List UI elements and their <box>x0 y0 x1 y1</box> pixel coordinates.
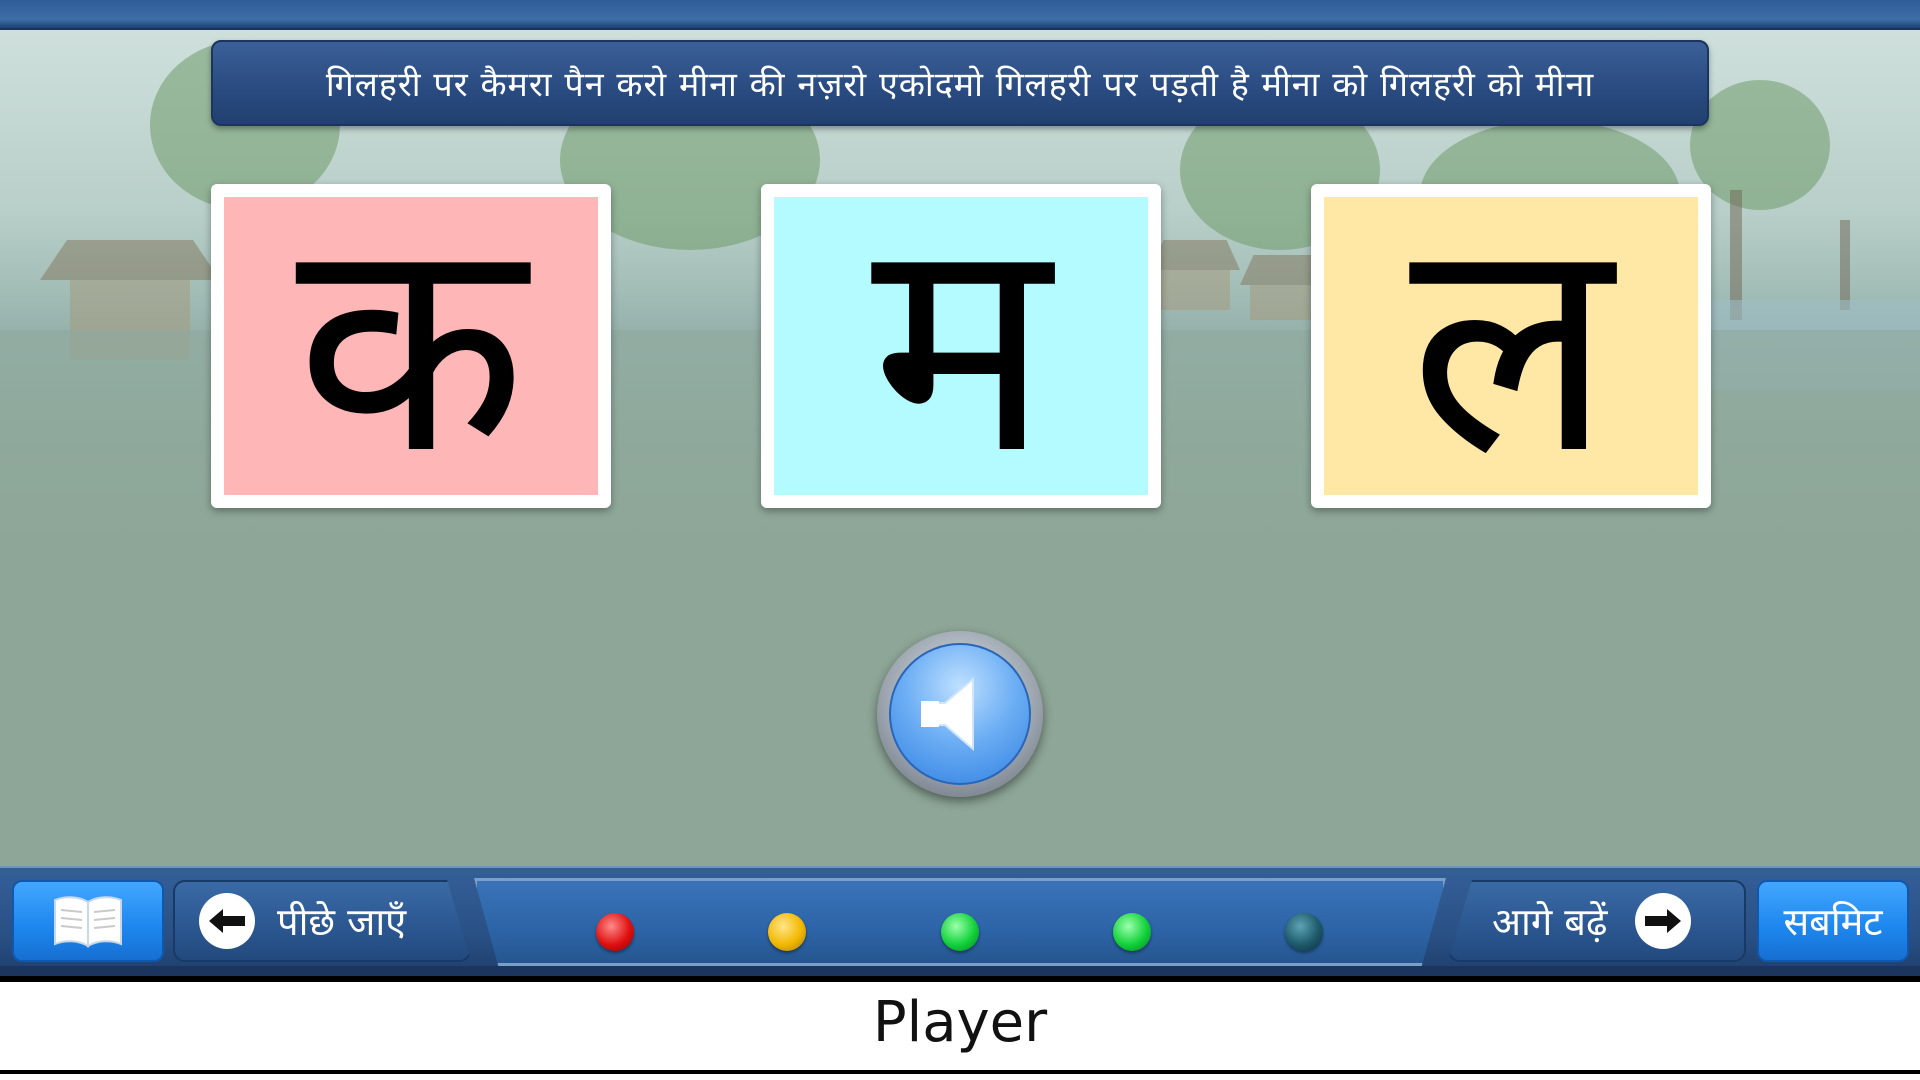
letter-glyph: म <box>871 171 1051 520</box>
background-tree <box>1690 80 1830 210</box>
letter-glyph: ल <box>1409 171 1613 520</box>
next-button-label: आगे बढ़ें <box>1492 900 1608 944</box>
book-button[interactable] <box>12 880 164 962</box>
arrow-right-icon <box>1635 893 1692 949</box>
background-hut-roof <box>1150 240 1240 270</box>
letter-glyph: क <box>295 171 527 520</box>
letter-card-1[interactable]: क <box>211 184 611 508</box>
progress-dot-4 <box>1113 913 1151 951</box>
bottom-toolbar: पीछे जाएँ आगे बढ़ें सबमिट <box>0 866 1920 976</box>
submit-button-label: सबमिट <box>1783 900 1883 944</box>
letter-card-face: ल <box>1324 171 1698 520</box>
progress-dot-3 <box>941 913 979 951</box>
progress-dot-5 <box>1285 913 1323 951</box>
progress-tray <box>474 878 1446 966</box>
progress-dot-2 <box>768 913 806 951</box>
top-strip <box>0 0 1920 30</box>
next-button[interactable]: आगे बढ़ें <box>1448 880 1746 962</box>
letter-card-3[interactable]: ल <box>1311 184 1711 508</box>
divider <box>0 976 1920 982</box>
back-button-label: पीछे जाएँ <box>277 900 407 944</box>
background-hut <box>1250 285 1320 320</box>
subtitle-bar: गिलहरी पर कैमरा पैन करो मीना की नज़रो एक… <box>211 40 1709 126</box>
back-button[interactable]: पीछे जाएँ <box>173 880 471 962</box>
progress-dot-1 <box>596 913 634 951</box>
speaker-icon <box>921 676 974 752</box>
subtitle-text: गिलहरी पर कैमरा पैन करो मीना की नज़रो एक… <box>325 65 1595 105</box>
letter-card-2[interactable]: म <box>761 184 1161 508</box>
game-stage: गिलहरी पर कैमरा पैन करो मीना की नज़रो एक… <box>0 0 1920 976</box>
letter-card-face: म <box>774 171 1148 520</box>
background-hut-roof <box>40 240 220 280</box>
letter-card-face: क <box>224 171 598 520</box>
arrow-left-icon <box>199 893 255 949</box>
background-trunk <box>1840 220 1850 310</box>
divider <box>0 1070 1920 1074</box>
submit-button[interactable]: सबमिट <box>1757 880 1909 962</box>
background-hut <box>1160 270 1230 310</box>
book-icon <box>54 896 122 948</box>
player-caption-area: Player <box>0 976 1920 1080</box>
play-audio-button[interactable] <box>877 631 1043 797</box>
player-label: Player <box>872 990 1048 1055</box>
